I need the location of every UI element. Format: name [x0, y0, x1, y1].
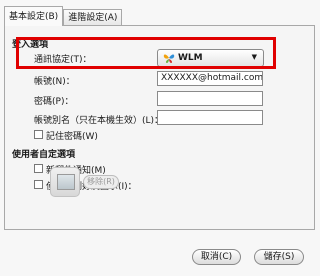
tab-advanced-settings[interactable]: 進階設定(A): [63, 9, 123, 26]
tab-bar: 基本設定(B) 進階設定(A): [4, 6, 123, 26]
user-options-title: 使用者自定選項: [12, 150, 76, 160]
password-field[interactable]: [157, 91, 263, 106]
account-label: 帳號(N)：: [34, 77, 75, 87]
buddy-icon-placeholder[interactable]: [50, 167, 80, 197]
alias-field[interactable]: [157, 110, 263, 125]
remove-button[interactable]: 移除(R): [83, 175, 119, 189]
buddy-icon-checkbox[interactable]: [34, 180, 43, 189]
remember-password-label: 記住密碼(W): [46, 132, 98, 142]
alias-label: 帳號別名（只在本機生效）(L)：: [34, 116, 164, 126]
password-label: 密碼(P)：: [34, 97, 74, 107]
new-mail-checkbox[interactable]: [34, 164, 43, 173]
save-button[interactable]: 儲存(S): [254, 249, 304, 265]
picture-icon: [57, 174, 75, 190]
highlight-box: [16, 37, 276, 69]
account-field[interactable]: XXXXXX@hotmail.com: [157, 71, 263, 86]
remember-password-checkbox[interactable]: [34, 130, 43, 139]
cancel-button[interactable]: 取消(C): [192, 249, 241, 265]
tab-basic-settings[interactable]: 基本設定(B): [4, 6, 64, 26]
